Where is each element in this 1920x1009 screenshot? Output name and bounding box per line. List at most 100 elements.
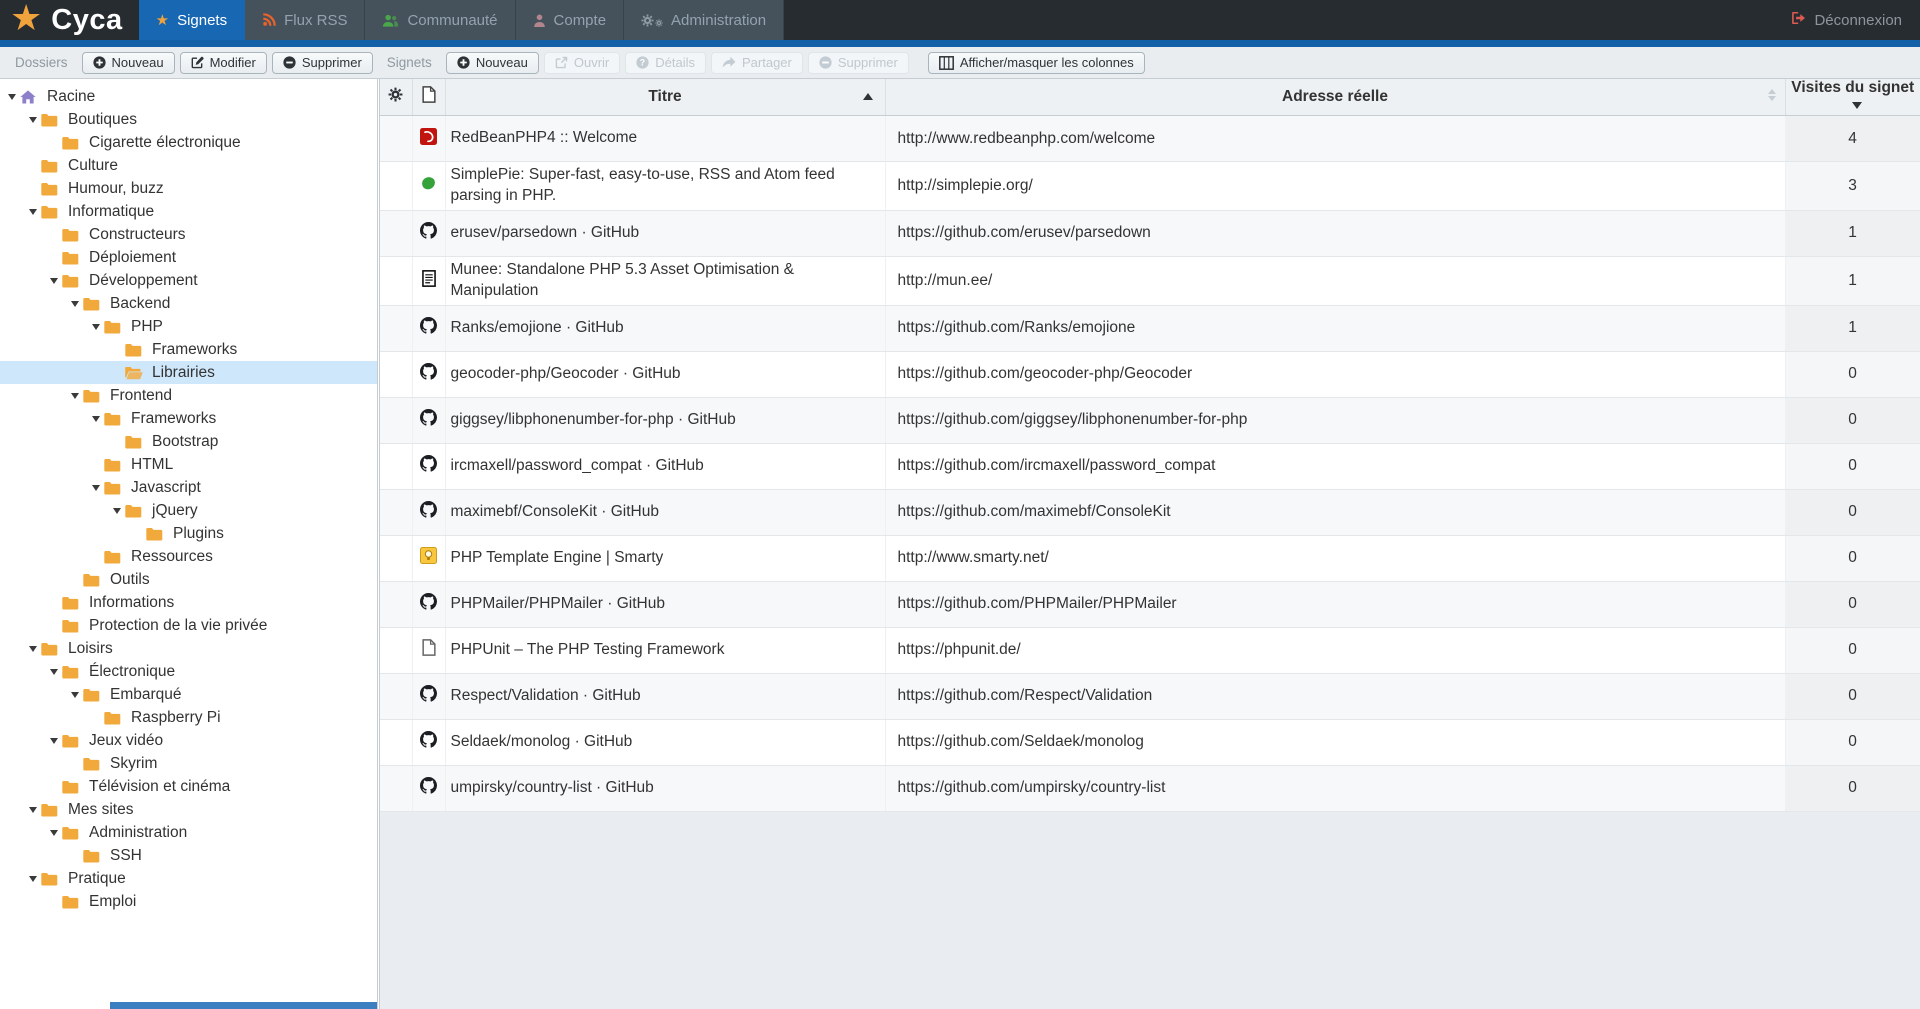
- tree-horizontal-scrollbar[interactable]: [110, 1002, 377, 1009]
- logout-button[interactable]: Déconnexion: [1773, 0, 1920, 40]
- tree-item-boutiques[interactable]: Boutiques: [0, 108, 377, 131]
- caret-down-icon[interactable]: [25, 209, 41, 215]
- tree-item-javascript[interactable]: Javascript: [0, 476, 377, 499]
- tab-flux-rss[interactable]: Flux RSS: [245, 0, 365, 40]
- tab-administration[interactable]: Administration: [624, 0, 784, 40]
- bookmark-row[interactable]: geocoder-php/Geocoder · GitHubhttps://gi…: [380, 351, 1920, 397]
- minus-circle-icon: [283, 56, 296, 69]
- column-header-url[interactable]: Adresse réelle: [885, 79, 1785, 116]
- tree-item-html[interactable]: HTML: [0, 453, 377, 476]
- tab-label: Signets: [177, 12, 227, 29]
- caret-down-icon[interactable]: [109, 508, 125, 514]
- folder-icon: [62, 895, 82, 909]
- tree-item-skyrim[interactable]: Skyrim: [0, 752, 377, 775]
- tree-item-protection-de-la-vie-privee[interactable]: Protection de la vie privée: [0, 614, 377, 637]
- signets-nouveau-button[interactable]: Nouveau: [446, 52, 539, 74]
- bookmark-row[interactable]: PHPUnit – The PHP Testing Frameworkhttps…: [380, 627, 1920, 673]
- folder-icon: [146, 527, 166, 541]
- column-header-visits[interactable]: Visites du signet: [1785, 79, 1920, 116]
- tree-item-jeux-video[interactable]: Jeux vidéo: [0, 729, 377, 752]
- tree-item-jquery[interactable]: jQuery: [0, 499, 377, 522]
- bookmark-url: https://github.com/geocoder-php/Geocoder: [885, 351, 1785, 397]
- tree-item-electronique[interactable]: Électronique: [0, 660, 377, 683]
- bookmark-row[interactable]: Munee: Standalone PHP 5.3 Asset Optimisa…: [380, 256, 1920, 305]
- tree-item-administration[interactable]: Administration: [0, 821, 377, 844]
- bookmark-gear-cell: [380, 765, 412, 811]
- bookmark-row[interactable]: Respect/Validation · GitHubhttps://githu…: [380, 673, 1920, 719]
- bookmark-row[interactable]: PHP Template Engine | Smartyhttp://www.s…: [380, 535, 1920, 581]
- caret-down-icon[interactable]: [46, 278, 62, 284]
- tree-item-constructeurs[interactable]: Constructeurs: [0, 223, 377, 246]
- tree-item-ssh[interactable]: SSH: [0, 844, 377, 867]
- tree-item-humour-buzz[interactable]: Humour, buzz: [0, 177, 377, 200]
- tree-item-developpement[interactable]: Développement: [0, 269, 377, 292]
- bookmark-row[interactable]: SimplePie: Super-fast, easy-to-use, RSS …: [380, 162, 1920, 211]
- caret-down-icon[interactable]: [46, 669, 62, 675]
- folder-icon: [83, 389, 103, 403]
- tree-item-outils[interactable]: Outils: [0, 568, 377, 591]
- folder-icon: [104, 458, 124, 472]
- bookmark-row[interactable]: RedBeanPHP4 :: Welcomehttp://www.redbean…: [380, 116, 1920, 162]
- sort-descending-icon: [1852, 102, 1862, 109]
- tree-item-mes-sites[interactable]: Mes sites: [0, 798, 377, 821]
- toggle-columns-button[interactable]: Afficher/masquer les colonnes: [928, 52, 1145, 74]
- bookmark-row[interactable]: ircmaxell/password_compat · GitHubhttps:…: [380, 443, 1920, 489]
- tree-item-embarque[interactable]: Embarqué: [0, 683, 377, 706]
- tree-item-bootstrap[interactable]: Bootstrap: [0, 430, 377, 453]
- tree-item-deploiement[interactable]: Déploiement: [0, 246, 377, 269]
- caret-down-icon[interactable]: [25, 646, 41, 652]
- caret-down-icon[interactable]: [25, 876, 41, 882]
- bookmark-row[interactable]: Seldaek/monolog · GitHubhttps://github.c…: [380, 719, 1920, 765]
- column-header-gear[interactable]: [380, 79, 412, 116]
- dossiers-supprimer-button[interactable]: Supprimer: [272, 52, 373, 74]
- caret-down-icon[interactable]: [88, 416, 104, 422]
- bookmark-row[interactable]: umpirsky/country-list · GitHubhttps://gi…: [380, 765, 1920, 811]
- tree-item-cigarette-electronique[interactable]: Cigarette électronique: [0, 131, 377, 154]
- tree-item-backend[interactable]: Backend: [0, 292, 377, 315]
- bookmark-row[interactable]: erusev/parsedown · GitHubhttps://github.…: [380, 210, 1920, 256]
- tree-item-television-et-cinema[interactable]: Télévision et cinéma: [0, 775, 377, 798]
- app-logo-star-icon: ★: [10, 0, 42, 36]
- bookmark-visits: 0: [1785, 765, 1920, 811]
- caret-down-icon[interactable]: [67, 393, 83, 399]
- caret-down-icon[interactable]: [25, 807, 41, 813]
- tree-item-loisirs[interactable]: Loisirs: [0, 637, 377, 660]
- bookmark-favicon-cell: [412, 351, 445, 397]
- tree-item-ressources[interactable]: Ressources: [0, 545, 377, 568]
- tree-item-php[interactable]: PHP: [0, 315, 377, 338]
- tree-item-culture[interactable]: Culture: [0, 154, 377, 177]
- column-header-document[interactable]: [412, 79, 445, 116]
- tree-item-emploi[interactable]: Emploi: [0, 890, 377, 913]
- tree-item-raspberry-pi[interactable]: Raspberry Pi: [0, 706, 377, 729]
- tree-item-informations[interactable]: Informations: [0, 591, 377, 614]
- bookmark-row[interactable]: maximebf/ConsoleKit · GitHubhttps://gith…: [380, 489, 1920, 535]
- tree-item-frontend[interactable]: Frontend: [0, 384, 377, 407]
- tree-item-plugins[interactable]: Plugins: [0, 522, 377, 545]
- caret-down-icon[interactable]: [88, 324, 104, 330]
- caret-down-icon[interactable]: [46, 830, 62, 836]
- caret-down-icon[interactable]: [4, 94, 20, 100]
- dossiers-modifier-button[interactable]: Modifier: [180, 52, 267, 74]
- caret-down-icon[interactable]: [67, 692, 83, 698]
- caret-down-icon[interactable]: [88, 485, 104, 491]
- tab-communaute[interactable]: Communauté: [365, 0, 515, 40]
- tree-item-racine[interactable]: Racine: [0, 85, 377, 108]
- bookmark-row[interactable]: PHPMailer/PHPMailer · GitHubhttps://gith…: [380, 581, 1920, 627]
- tab-compte[interactable]: Compte: [516, 0, 625, 40]
- tree-item-frameworks[interactable]: Frameworks: [0, 338, 377, 361]
- caret-down-icon[interactable]: [67, 301, 83, 307]
- bookmark-row[interactable]: Ranks/emojione · GitHubhttps://github.co…: [380, 305, 1920, 351]
- dossiers-nouveau-button[interactable]: Nouveau: [82, 52, 175, 74]
- tree-item-informatique[interactable]: Informatique: [0, 200, 377, 223]
- column-header-title[interactable]: Titre: [445, 79, 885, 116]
- bookmark-row[interactable]: giggsey/libphonenumber-for-php · GitHubh…: [380, 397, 1920, 443]
- tree-item-frameworks[interactable]: Frameworks: [0, 407, 377, 430]
- caret-down-icon[interactable]: [25, 117, 41, 123]
- tree-item-pratique[interactable]: Pratique: [0, 867, 377, 890]
- caret-down-icon[interactable]: [46, 738, 62, 744]
- tree-item-label: Constructeurs: [89, 226, 185, 244]
- bookmark-gear-cell: [380, 489, 412, 535]
- active-tab-indicator-strip: [0, 40, 1920, 47]
- tab-signets[interactable]: ★Signets: [139, 0, 246, 40]
- tree-item-librairies[interactable]: Librairies: [0, 361, 377, 384]
